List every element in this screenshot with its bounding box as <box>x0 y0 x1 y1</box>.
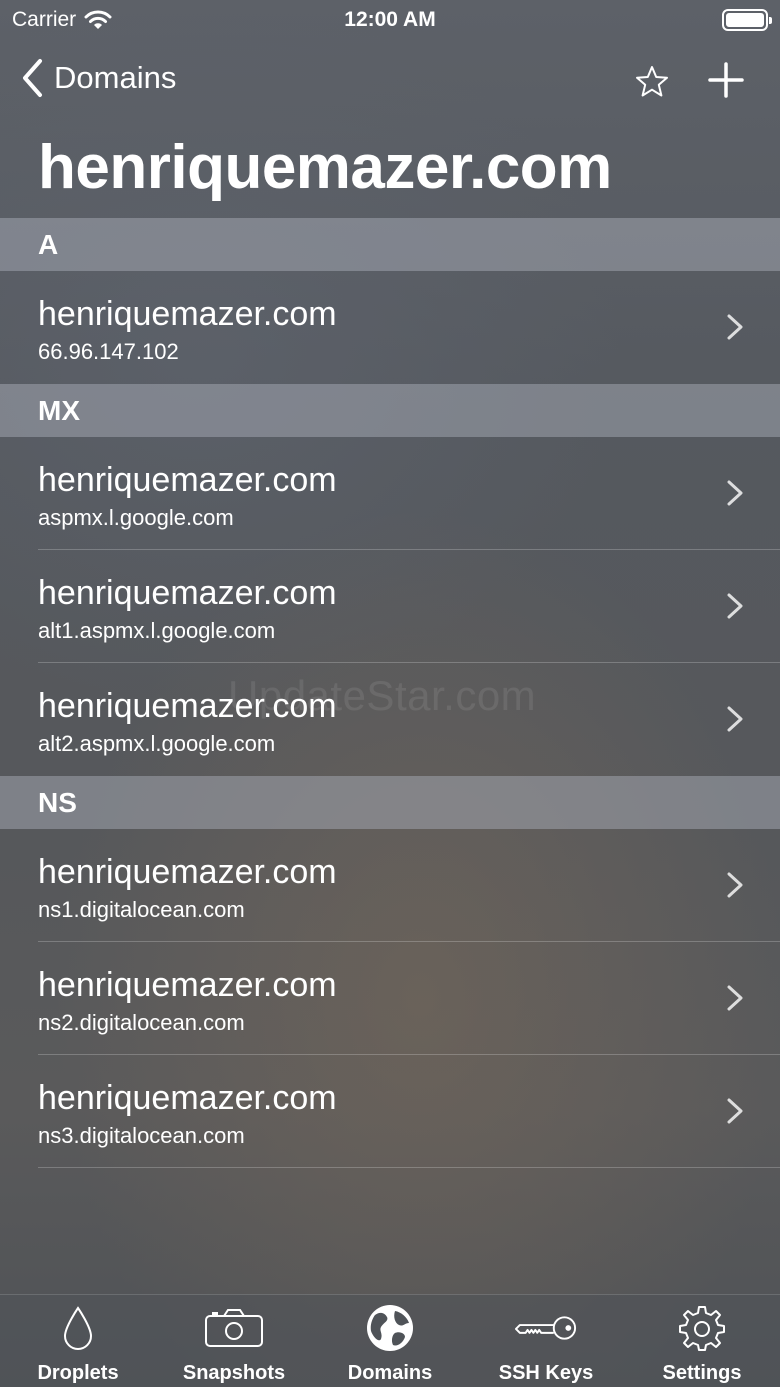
section-header-a: A <box>0 218 780 271</box>
back-button[interactable]: Domains <box>20 58 176 98</box>
chevron-right-icon <box>727 706 743 732</box>
status-time: 12:00 AM <box>344 8 436 31</box>
tab-bar: Droplets Snapshots Domains SSH Keys Sett… <box>0 1294 780 1387</box>
droplet-icon <box>46 1305 110 1351</box>
chevron-left-icon <box>23 59 42 97</box>
tab-domains[interactable]: Domains <box>312 1295 468 1387</box>
status-bar: Carrier 12:00 AM <box>0 0 780 40</box>
tab-settings[interactable]: Settings <box>624 1295 780 1387</box>
dns-records-list: A henriquemazer.com 66.96.147.102 MX hen… <box>0 218 780 1168</box>
tab-label: SSH Keys <box>498 1362 594 1384</box>
camera-icon <box>202 1305 266 1351</box>
add-record-button[interactable] <box>706 60 746 100</box>
chevron-right-icon <box>727 985 743 1011</box>
record-name: henriquemazer.com <box>38 461 337 499</box>
record-name: henriquemazer.com <box>38 574 337 612</box>
record-value: 66.96.147.102 <box>38 339 179 364</box>
row-separator <box>38 1167 780 1168</box>
chevron-right-icon <box>727 1098 743 1124</box>
favorite-button[interactable] <box>632 62 672 102</box>
gear-icon <box>670 1305 734 1351</box>
record-value: ns3.digitalocean.com <box>38 1123 245 1148</box>
tab-label: Domains <box>347 1362 433 1384</box>
tab-label: Settings <box>662 1362 742 1384</box>
record-name: henriquemazer.com <box>38 1079 337 1117</box>
star-icon <box>636 66 668 97</box>
record-value: ns2.digitalocean.com <box>38 1010 245 1035</box>
tab-label: Droplets <box>37 1362 119 1384</box>
page-title: henriquemazer.com <box>38 133 612 202</box>
record-name: henriquemazer.com <box>38 295 337 333</box>
record-value: aspmx.l.google.com <box>38 505 234 530</box>
section-header-ns: NS <box>0 776 780 829</box>
chevron-right-icon <box>727 480 743 506</box>
tab-ssh-keys[interactable]: SSH Keys <box>468 1295 624 1387</box>
tab-snapshots[interactable]: Snapshots <box>156 1295 312 1387</box>
record-value: alt1.aspmx.l.google.com <box>38 618 276 643</box>
key-icon <box>514 1305 578 1351</box>
chevron-right-icon <box>727 872 743 898</box>
record-row[interactable]: henriquemazer.com ns3.digitalocean.com <box>0 1055 780 1168</box>
record-name: henriquemazer.com <box>38 853 337 891</box>
record-value: alt2.aspmx.l.google.com <box>38 731 276 756</box>
section-header-mx: MX <box>0 384 780 437</box>
back-label: Domains <box>54 60 177 95</box>
record-row[interactable]: henriquemazer.com ns1.digitalocean.com <box>0 829 780 942</box>
record-row[interactable]: henriquemazer.com aspmx.l.google.com <box>0 437 780 550</box>
record-row[interactable]: henriquemazer.com 66.96.147.102 <box>0 271 780 384</box>
tab-label: Snapshots <box>182 1362 286 1384</box>
plus-icon <box>708 62 744 98</box>
record-name: henriquemazer.com <box>38 966 337 1004</box>
battery-icon <box>722 9 772 31</box>
record-name: henriquemazer.com <box>38 687 337 725</box>
record-row[interactable]: henriquemazer.com alt1.aspmx.l.google.co… <box>0 550 780 663</box>
navigation-bar: Domains <box>0 52 780 108</box>
tab-droplets[interactable]: Droplets <box>0 1295 156 1387</box>
chevron-right-icon <box>727 314 743 340</box>
record-row[interactable]: henriquemazer.com alt2.aspmx.l.google.co… <box>0 663 780 776</box>
record-row[interactable]: henriquemazer.com ns2.digitalocean.com <box>0 942 780 1055</box>
globe-icon <box>358 1305 422 1351</box>
chevron-right-icon <box>727 593 743 619</box>
record-value: ns1.digitalocean.com <box>38 897 245 922</box>
